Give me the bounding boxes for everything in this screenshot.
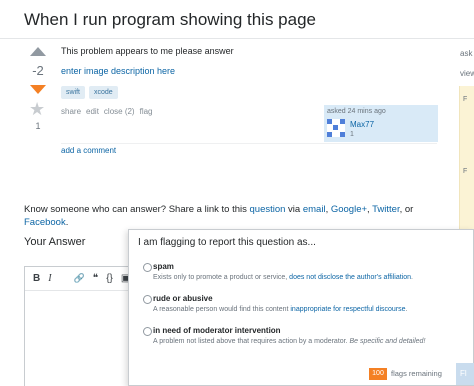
quote-icon[interactable]: ❝ bbox=[93, 273, 98, 284]
affiliation-link[interactable]: does not disclose the author's affiliati… bbox=[289, 274, 411, 281]
desc-end: . bbox=[405, 306, 408, 313]
link-icon[interactable]: 🔗 bbox=[74, 273, 85, 284]
user-card: asked 24 mins ago Max77 1 bbox=[324, 105, 438, 142]
favorite-count: 1 bbox=[35, 121, 41, 131]
desc-text: Exists only to promote a product or serv… bbox=[153, 274, 290, 281]
share-facebook-link[interactable]: Facebook bbox=[24, 217, 66, 228]
avatar[interactable] bbox=[327, 119, 345, 137]
title-divider bbox=[0, 38, 474, 39]
radio-moderator[interactable] bbox=[143, 327, 152, 336]
flag-option-description: A problem not listed above that requires… bbox=[153, 338, 425, 345]
share-email-link[interactable]: email bbox=[303, 204, 326, 215]
flag-option-label[interactable]: rude or abusive bbox=[153, 294, 213, 303]
flag-option-label[interactable]: spam bbox=[153, 262, 174, 271]
italic-icon[interactable]: I bbox=[48, 273, 51, 284]
asked-time: asked 24 mins ago bbox=[327, 108, 386, 115]
downvote-arrow-icon[interactable] bbox=[30, 85, 46, 94]
flags-remaining-badge: 100 bbox=[369, 368, 387, 380]
flag-dialog-title: I am flagging to report this question as… bbox=[138, 237, 316, 248]
vote-count: -2 bbox=[32, 63, 44, 78]
edit-link[interactable]: edit bbox=[86, 107, 99, 116]
your-answer-heading: Your Answer bbox=[24, 236, 86, 248]
sidebar-featured-label: F bbox=[463, 96, 468, 103]
flag-option-description: A reasonable person would find this cont… bbox=[153, 306, 408, 313]
flag-link[interactable]: flag bbox=[140, 107, 153, 116]
flag-option-description: Exists only to promote a product or serv… bbox=[153, 274, 413, 281]
share-end: . bbox=[65, 216, 69, 228]
comment-divider bbox=[61, 143, 437, 144]
user-name[interactable]: Max77 bbox=[350, 120, 374, 129]
desc-text: A reasonable person would find this cont… bbox=[153, 306, 291, 313]
code-icon[interactable]: {} bbox=[106, 273, 113, 284]
question-body-text: This problem appears to me please answer bbox=[61, 46, 234, 56]
sidebar-featured-label-2: F bbox=[463, 168, 468, 175]
radio-spam[interactable] bbox=[143, 263, 152, 272]
add-comment-link[interactable]: add a comment bbox=[61, 146, 116, 155]
close-link[interactable]: close (2) bbox=[104, 107, 135, 116]
flag-dialog: I am flagging to report this question as… bbox=[128, 229, 474, 386]
image-description-link[interactable]: enter image description here bbox=[61, 66, 175, 76]
sidebar-viewed-label: view bbox=[460, 69, 474, 78]
share-twitter-link[interactable]: Twitter bbox=[372, 204, 399, 215]
user-reputation: 1 bbox=[350, 131, 354, 138]
share-link[interactable]: share bbox=[61, 107, 81, 116]
share-prefix: Know someone who can answer? Share a lin… bbox=[24, 204, 250, 215]
flags-remaining-label: flags remaining bbox=[391, 369, 442, 378]
share-googleplus-link[interactable]: Google+ bbox=[331, 204, 367, 215]
desc-text: A problem not listed above that requires… bbox=[153, 338, 350, 345]
flag-submit-button[interactable]: Fl bbox=[456, 363, 474, 385]
share-via: via bbox=[285, 204, 303, 215]
sidebar-stats: ask view bbox=[460, 44, 474, 84]
bold-icon[interactable]: B bbox=[33, 273, 40, 284]
tag-list: swift xcode bbox=[61, 86, 118, 99]
radio-rude[interactable] bbox=[143, 295, 152, 304]
tag-xcode[interactable]: xcode bbox=[89, 86, 118, 99]
post-menu: share edit close (2) flag bbox=[61, 107, 153, 116]
respectful-discourse-link[interactable]: inappropriate for respectful discourse bbox=[290, 306, 405, 313]
tag-swift[interactable]: swift bbox=[61, 86, 85, 99]
share-question-link[interactable]: question bbox=[250, 204, 286, 215]
question-title[interactable]: When I run program showing this page bbox=[24, 10, 316, 30]
sidebar-asked-label: ask bbox=[460, 49, 473, 58]
desc-end: . bbox=[411, 274, 413, 281]
favorite-star-icon[interactable]: ★ bbox=[29, 100, 45, 118]
flag-option-label[interactable]: in need of moderator intervention bbox=[153, 326, 281, 335]
upvote-arrow-icon[interactable] bbox=[30, 47, 46, 56]
desc-emphasis: Be specific and detailed! bbox=[349, 338, 426, 345]
share-or: , or bbox=[399, 204, 414, 215]
share-prompt: Know someone who can answer? Share a lin… bbox=[24, 204, 424, 230]
